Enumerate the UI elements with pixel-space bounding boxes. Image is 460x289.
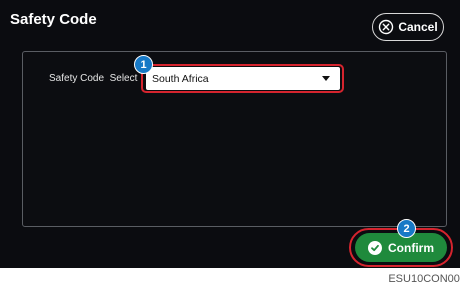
check-circle-icon [368, 240, 382, 255]
safety-code-select[interactable]: South Africa [146, 67, 340, 90]
app-screen: Safety Code Cancel Safety Code Select So… [0, 0, 460, 268]
cancel-label: Cancel [398, 20, 438, 34]
cancel-button[interactable]: Cancel [372, 13, 444, 41]
step-badge-2: 2 [397, 219, 416, 238]
figure-code: ESU10CON000 [388, 273, 460, 285]
step-badge-1: 1 [134, 55, 153, 74]
confirm-button[interactable]: Confirm [355, 233, 447, 262]
safety-code-label: Safety Code Select [49, 73, 138, 84]
chevron-down-icon [322, 76, 330, 81]
confirm-label: Confirm [388, 240, 434, 255]
select-value: South Africa [152, 72, 209, 85]
close-circle-icon [379, 19, 394, 35]
page-title: Safety Code [10, 11, 97, 28]
